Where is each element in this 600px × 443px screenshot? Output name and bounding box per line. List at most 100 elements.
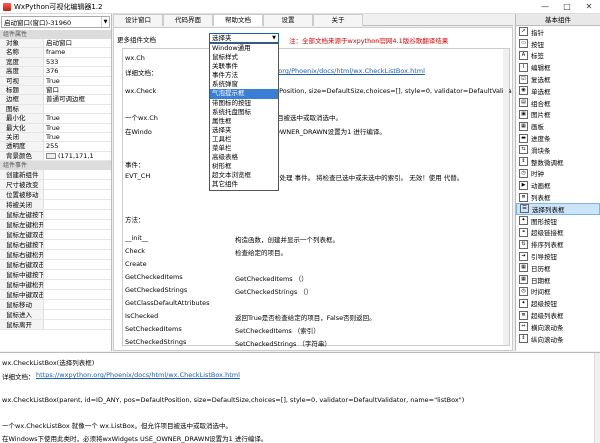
component-selector[interactable]: 启动窗口(窗口)-31960 ▼ <box>1 16 110 28</box>
tab-about[interactable]: 关于 <box>313 14 363 26</box>
event-handler[interactable] <box>44 300 111 309</box>
property-row[interactable]: 高度 376 <box>0 67 111 77</box>
event-row[interactable]: 鼠标进入 <box>0 310 111 321</box>
event-row[interactable]: 鼠标右键松开 <box>0 250 111 261</box>
widget-item[interactable]: ⇕ 纵向滚动条 <box>516 333 600 345</box>
event-handler[interactable] <box>44 230 111 239</box>
property-row[interactable]: 对象 启动窗口 <box>0 39 111 49</box>
doc-option[interactable]: 高级表格 <box>210 153 278 162</box>
property-value[interactable]: 启动窗口 <box>44 39 111 47</box>
property-value[interactable] <box>44 105 111 113</box>
event-row[interactable]: 鼠标移动 <box>0 300 111 311</box>
doc-scrollbar[interactable] <box>503 49 509 345</box>
widget-item[interactable]: ✦ 超级按钮 <box>516 297 600 309</box>
event-handler[interactable] <box>44 200 111 209</box>
widget-item[interactable]: ▶ 动画框 <box>516 179 600 191</box>
property-value[interactable]: frame <box>44 48 111 56</box>
doc-option[interactable]: 选择夹 <box>210 126 278 135</box>
info-detail-link[interactable]: https://wxpython.org/Phoenix/docs/html/w… <box>36 371 240 379</box>
doc-option[interactable]: 系统托盘图标 <box>210 108 278 117</box>
widget-item[interactable]: ⇆ 滑块条 <box>516 144 600 156</box>
tab-help[interactable]: 帮助文档 <box>213 14 263 26</box>
widget-item[interactable]: ⇔ 横向滚动条 <box>516 321 600 333</box>
event-handler[interactable] <box>44 270 111 279</box>
tab-design[interactable]: 设计窗口 <box>113 14 163 26</box>
info-scrollbar[interactable] <box>594 353 600 443</box>
event-handler[interactable] <box>44 310 111 319</box>
event-row[interactable]: 鼠标离开 <box>0 320 111 331</box>
property-row[interactable]: 标题 窗口 <box>0 85 111 96</box>
widget-item[interactable]: ≣ 超级列表框 <box>516 309 600 321</box>
widget-item[interactable]: A 标签 <box>516 50 600 62</box>
widget-item[interactable]: ◷ 时间框 <box>516 286 600 298</box>
widget-item[interactable]: ➚ 指针 <box>516 26 600 38</box>
property-value[interactable]: 255 <box>44 142 111 150</box>
chevron-down-icon[interactable]: ▼ <box>101 17 109 27</box>
doc-option[interactable]: 属性框 <box>210 117 278 126</box>
chevron-down-icon[interactable]: ▼ <box>270 34 278 42</box>
property-row[interactable]: 图标 <box>0 104 111 115</box>
event-row[interactable]: 创建新组件 <box>0 170 111 181</box>
widget-item[interactable]: ▭ 按钮 <box>516 38 600 50</box>
property-row[interactable]: 宽度 533 <box>0 57 111 68</box>
widget-item[interactable]: ▦ 日期框 <box>516 274 600 286</box>
doc-option[interactable]: 工具栏 <box>210 135 278 144</box>
property-row[interactable]: 名称 frame <box>0 48 111 58</box>
close-button[interactable]: ✕ <box>578 0 600 14</box>
event-handler[interactable] <box>44 290 111 299</box>
event-handler[interactable] <box>44 240 111 249</box>
property-row[interactable]: 边框 普通可调边框 <box>0 95 111 105</box>
doc-option[interactable]: 气泡提示框 <box>210 89 278 99</box>
event-row[interactable]: 鼠标右键双击 <box>0 260 111 271</box>
property-value[interactable]: True <box>44 114 111 122</box>
event-handler[interactable] <box>44 320 111 329</box>
doc-option[interactable]: 菜单栏 <box>210 144 278 153</box>
event-handler[interactable] <box>44 170 111 179</box>
event-row[interactable]: 鼠标右键按下 <box>0 240 111 251</box>
property-row[interactable]: 关闭 True <box>0 132 111 143</box>
widget-item[interactable]: I 编辑框 <box>516 61 600 73</box>
event-handler[interactable] <box>44 260 111 269</box>
doc-option[interactable]: 树形框 <box>210 162 278 171</box>
event-row[interactable]: 鼠标左键松开 <box>0 220 111 231</box>
event-row[interactable]: 鼠标中键按下 <box>0 270 111 281</box>
widget-item[interactable]: ☰ 选择列表框 <box>516 202 600 215</box>
widget-item[interactable]: ▤ 组合框 <box>516 97 600 109</box>
property-value[interactable]: 窗口 <box>44 86 111 94</box>
doc-option[interactable]: 事件方法 <box>210 71 278 80</box>
widget-item[interactable]: ☑ 复选框 <box>516 73 600 85</box>
property-value[interactable]: True <box>44 77 111 85</box>
property-row[interactable]: 背景颜色 (171,171,1 <box>0 151 111 162</box>
property-row[interactable]: 最大化 True <box>0 123 111 133</box>
widget-item[interactable]: ⇅ 排序列表框 <box>516 238 600 250</box>
event-handler[interactable] <box>44 180 111 189</box>
event-row[interactable]: 将被关闭 <box>0 200 111 211</box>
property-value[interactable]: 533 <box>44 58 111 66</box>
event-row[interactable]: 鼠标左键双击 <box>0 230 111 241</box>
property-value[interactable]: 376 <box>44 67 111 75</box>
event-handler[interactable] <box>44 280 111 289</box>
widget-item[interactable]: ▦ 画板 <box>516 120 600 132</box>
widget-item[interactable]: ▣ 图片框 <box>516 109 600 121</box>
tab-basic-widgets[interactable]: 基本组件 <box>516 14 600 26</box>
props-section-header[interactable]: 组件属性 <box>0 30 111 39</box>
doc-option[interactable]: 其它组件 <box>210 180 278 189</box>
widget-item[interactable]: ✦ 图形按钮 <box>516 215 600 227</box>
property-row[interactable]: 可视 True <box>0 76 111 86</box>
doc-dropdown[interactable]: 选择夹 ▼ <box>209 33 279 43</box>
property-value[interactable]: (171,171,1 <box>44 152 111 160</box>
event-handler[interactable] <box>44 250 111 259</box>
doc-viewer[interactable]: wx.Ch 详细文档： https://wxpython.org/Phoenix… <box>122 48 512 348</box>
maximize-button[interactable]: □ <box>556 0 578 14</box>
events-section-header[interactable]: 组件事件 <box>0 161 111 171</box>
property-row[interactable]: 透明度 255 <box>0 142 111 152</box>
minimize-button[interactable]: — <box>534 0 556 14</box>
event-row[interactable]: 位置被移动 <box>0 190 111 201</box>
event-row[interactable]: 鼠标中键双击 <box>0 290 111 301</box>
widget-item[interactable]: ◷ 时钟 <box>516 168 600 180</box>
tab-code[interactable]: 代码界面 <box>163 14 213 26</box>
widget-item[interactable]: ◉ 单选框 <box>516 85 600 97</box>
event-handler[interactable] <box>44 220 111 229</box>
widget-item[interactable]: ➜ 引导按钮 <box>516 250 600 262</box>
event-row[interactable]: 尺寸被改变 <box>0 180 111 191</box>
